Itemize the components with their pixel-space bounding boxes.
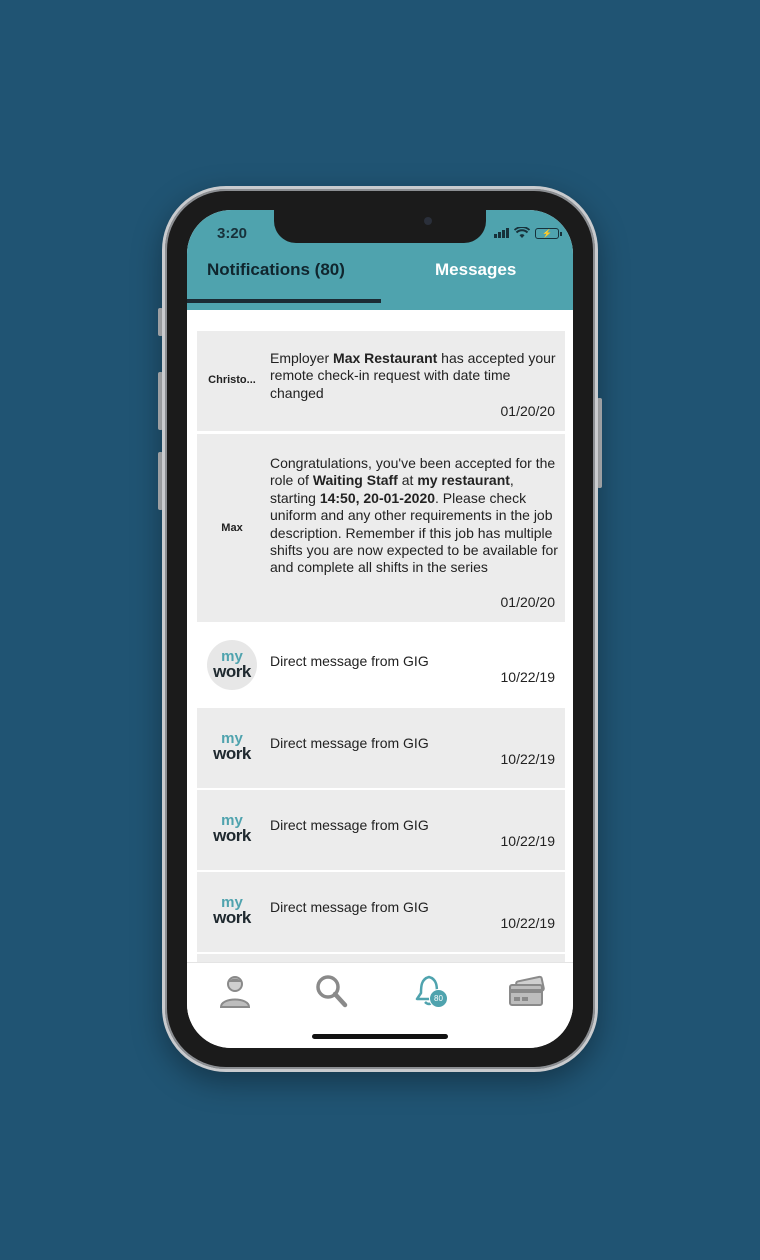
sender-name: Christo...	[208, 374, 256, 386]
notification-list[interactable]: Christo... Employer Max Restaurant has a…	[187, 310, 573, 962]
sender-name: Max	[221, 522, 243, 534]
notification-text: Direct message from GIG	[270, 653, 429, 669]
notification-text: Direct message from GIG	[270, 817, 429, 833]
tab-notifications[interactable]: Notifications (80)	[207, 260, 345, 280]
front-camera	[424, 217, 432, 225]
home-indicator[interactable]	[312, 1034, 448, 1039]
notification-item[interactable]: Max Congratulations, you've been accepte…	[197, 434, 565, 622]
emphasis-text: my restaurant	[417, 472, 510, 489]
profile-icon	[219, 976, 251, 1008]
nav-notifications[interactable]: 80	[411, 971, 451, 1011]
nav-wallet[interactable]	[507, 971, 547, 1011]
emphasis-text: 14:50, 20-01-2020	[319, 489, 436, 506]
notification-item[interactable]: my work Direct message from GIG 10/22/19	[197, 790, 565, 870]
emphasis-text: Max Restaurant	[333, 350, 438, 366]
notification-count-badge: 80	[429, 989, 448, 1008]
mywork-logo-icon: my work	[213, 812, 251, 845]
notification-text: Direct message from GIG	[270, 899, 429, 915]
notification-date: 10/22/19	[500, 751, 556, 767]
wifi-icon	[514, 227, 530, 238]
search-icon	[316, 975, 348, 1008]
notification-date: 01/20/20	[500, 403, 556, 419]
notification-text: Direct message from GIG	[270, 735, 429, 751]
nav-profile[interactable]	[215, 971, 255, 1011]
battery-icon: ⚡	[535, 227, 562, 239]
notification-item[interactable]: my work Direct message from GIG 10/22/19	[197, 872, 565, 952]
status-icons: ⚡	[494, 227, 562, 239]
status-time: 3:20	[217, 225, 248, 242]
notch	[274, 210, 486, 243]
signal-icon	[494, 228, 509, 238]
wallet-card-icon	[509, 975, 545, 1006]
phone-screen: 3:20 ⚡ Notifications (80) Messages Chris…	[187, 210, 573, 1048]
tab-messages[interactable]: Messages	[435, 260, 516, 280]
nav-search[interactable]	[311, 971, 351, 1011]
notification-date: 10/22/19	[500, 833, 556, 849]
active-tab-indicator	[187, 299, 381, 303]
notification-date: 01/20/20	[500, 594, 556, 610]
app-header: 3:20 ⚡ Notifications (80) Messages	[187, 210, 573, 310]
notification-date: 10/22/19	[500, 669, 556, 685]
notification-item[interactable]: my work Direct message from GIG 10/22/19	[197, 626, 565, 706]
body-text: Employer	[270, 350, 334, 366]
mywork-logo-icon: my work	[207, 640, 257, 690]
mywork-logo-icon: my work	[213, 894, 251, 927]
notification-text: Employer Max Restaurant has accepted you…	[270, 350, 560, 402]
notification-item[interactable]: Christo... Employer Max Restaurant has a…	[197, 331, 565, 431]
notification-item[interactable]	[197, 954, 565, 962]
emphasis-text: Waiting Staff	[312, 472, 398, 489]
notification-item[interactable]: my work Direct message from GIG 10/22/19	[197, 708, 565, 788]
mywork-logo-icon: my work	[213, 730, 251, 763]
notification-text: Congratulations, you've been accepted fo…	[270, 455, 560, 577]
notification-date: 10/22/19	[500, 915, 556, 931]
body-text: at	[397, 472, 418, 489]
